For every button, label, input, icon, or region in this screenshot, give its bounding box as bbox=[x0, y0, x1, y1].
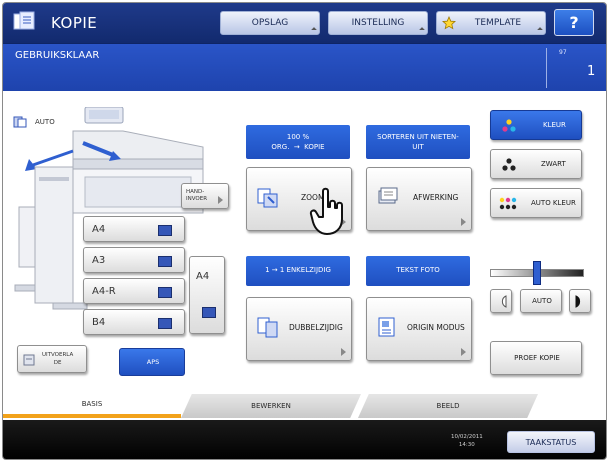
finishing-button[interactable]: AFWERKING bbox=[366, 167, 472, 231]
job-status-label: TAAKSTATUS bbox=[525, 437, 577, 447]
app-title: KOPIE bbox=[51, 14, 98, 32]
tray-icon bbox=[158, 256, 172, 267]
color-mode-button[interactable]: KLEUR bbox=[490, 110, 582, 140]
tray-3-button[interactable]: A4-R bbox=[83, 278, 185, 304]
tab-basis-label: BASIS bbox=[81, 400, 103, 408]
black-mode-button[interactable]: ZWART bbox=[490, 149, 582, 179]
half-circle-light-icon bbox=[501, 295, 507, 308]
copy-count: 1 bbox=[587, 64, 596, 79]
status-bar: GEBRUIKSKLAAR 97 1 bbox=[3, 43, 606, 91]
tray-icon bbox=[158, 318, 172, 329]
auto-color-label: AUTO KLEUR bbox=[531, 199, 576, 207]
finishing-header: SORTEREN UIT NIETEN- UIT bbox=[366, 125, 470, 159]
main-area: AUTO HAND- INVOER A4 A3 A4-R B4 A4 UITVO… bbox=[3, 91, 606, 394]
tab-bewerken[interactable]: BEWERKEN bbox=[181, 394, 361, 418]
finishing-label: AFWERKING bbox=[413, 193, 459, 202]
tray-4-size: B4 bbox=[92, 317, 106, 328]
bypass-tray-size: A4 bbox=[196, 271, 210, 282]
tab-beeld-label: BEELD bbox=[436, 402, 460, 410]
density-auto-button[interactable]: AUTO bbox=[520, 289, 562, 313]
original-mode-header: TEKST FOTO bbox=[366, 256, 470, 286]
density-auto-label: AUTO bbox=[532, 297, 552, 305]
tab-beeld[interactable]: BEELD bbox=[358, 394, 538, 418]
status-message: GEBRUIKSKLAAR bbox=[15, 50, 100, 61]
zoom-ratio-header: 100 % ORG. → KOPIE bbox=[246, 125, 350, 159]
black-dots-icon bbox=[502, 158, 516, 171]
tray-icon bbox=[158, 225, 172, 236]
tray-4-button[interactable]: B4 bbox=[83, 309, 185, 335]
zoom-ratio-text: 100 % ORG. → KOPIE bbox=[271, 133, 325, 151]
star-icon bbox=[442, 16, 456, 30]
duplex-button[interactable]: DUBBELZIJDIG bbox=[246, 297, 352, 361]
auto-color-dots-icon bbox=[499, 197, 517, 210]
density-thumb[interactable] bbox=[533, 261, 541, 285]
title-bar: KOPIE OPSLAG INSTELLING TEMPLATE ? bbox=[3, 3, 606, 43]
tray-1-button[interactable]: A4 bbox=[83, 216, 185, 242]
proof-copy-button[interactable]: PROEF KOPIE bbox=[490, 341, 582, 375]
help-button[interactable]: ? bbox=[554, 9, 594, 36]
zoom-icon bbox=[257, 188, 278, 208]
copier-panel: KOPIE OPSLAG INSTELLING TEMPLATE ? GEBRU… bbox=[2, 2, 607, 460]
help-label: ? bbox=[569, 13, 579, 32]
clock-date: 10/02/2011 bbox=[451, 434, 483, 440]
original-mode-header-text: TEKST FOTO bbox=[396, 266, 440, 274]
output-tray-button[interactable]: UITVOERLA DE bbox=[17, 345, 87, 373]
hand-pointer-icon bbox=[309, 187, 343, 235]
duplex-header: 1 → 1 ENKELZIJDIG bbox=[246, 256, 350, 286]
tab-bar: BASIS BEWERKEN BEELD bbox=[3, 394, 606, 420]
clock: 10/02/2011 14:30 bbox=[451, 433, 483, 449]
instelling-label: INSTELLING bbox=[351, 18, 405, 28]
original-mode-button[interactable]: ORIGIN MODUS bbox=[366, 297, 472, 361]
finishing-header-text: SORTEREN UIT NIETEN- UIT bbox=[377, 133, 459, 151]
bypass-tray-button[interactable]: A4 bbox=[189, 256, 225, 334]
template-label: TEMPLATE bbox=[474, 18, 522, 28]
status-small-label: 97 bbox=[559, 49, 567, 56]
bottom-bar: 10/02/2011 14:30 TAAKSTATUS bbox=[3, 420, 606, 459]
original-mode-label: ORIGIN MODUS bbox=[407, 323, 465, 332]
tray-2-size: A3 bbox=[92, 255, 106, 266]
tray-2-button[interactable]: A3 bbox=[83, 247, 185, 273]
color-dots-icon bbox=[502, 119, 516, 132]
density-lighter-button[interactable] bbox=[490, 289, 512, 313]
output-tray-icon bbox=[23, 354, 35, 366]
duplex-header-text: 1 → 1 ENKELZIJDIG bbox=[265, 266, 331, 274]
original-mode-icon bbox=[378, 317, 395, 337]
output-tray-label: UITVOERLA DE bbox=[42, 352, 74, 366]
template-button[interactable]: TEMPLATE bbox=[436, 11, 546, 35]
black-mode-label: ZWART bbox=[541, 160, 566, 168]
manual-feed-button[interactable]: HAND- INVOER bbox=[181, 183, 229, 209]
aps-label: APS bbox=[146, 358, 160, 366]
tab-basis[interactable]: BASIS bbox=[3, 394, 181, 418]
job-status-button[interactable]: TAAKSTATUS bbox=[507, 431, 595, 453]
opslag-button[interactable]: OPSLAG bbox=[220, 11, 320, 35]
tray-icon bbox=[158, 287, 172, 298]
finishing-icon bbox=[378, 187, 398, 204]
half-circle-dark-icon bbox=[575, 295, 581, 308]
tray-3-size: A4-R bbox=[92, 286, 116, 297]
tab-bewerken-label: BEWERKEN bbox=[251, 402, 291, 410]
copy-app-icon bbox=[13, 11, 35, 30]
aps-button[interactable]: APS bbox=[119, 348, 185, 376]
opslag-label: OPSLAG bbox=[251, 18, 289, 28]
duplex-icon bbox=[257, 317, 278, 338]
duplex-label: DUBBELZIJDIG bbox=[289, 323, 343, 332]
density-slider[interactable] bbox=[490, 261, 584, 285]
tray-icon bbox=[202, 307, 216, 318]
color-mode-label: KLEUR bbox=[543, 121, 566, 129]
instelling-button[interactable]: INSTELLING bbox=[328, 11, 428, 35]
clock-time: 14:30 bbox=[458, 442, 475, 448]
tray-1-size: A4 bbox=[92, 224, 106, 235]
density-darker-button[interactable] bbox=[569, 289, 591, 313]
manual-feed-label: HAND- INVOER bbox=[186, 189, 208, 202]
status-divider bbox=[546, 48, 547, 88]
proof-copy-label: PROEF KOPIE bbox=[514, 354, 560, 362]
auto-color-button[interactable]: AUTO KLEUR bbox=[490, 188, 582, 218]
